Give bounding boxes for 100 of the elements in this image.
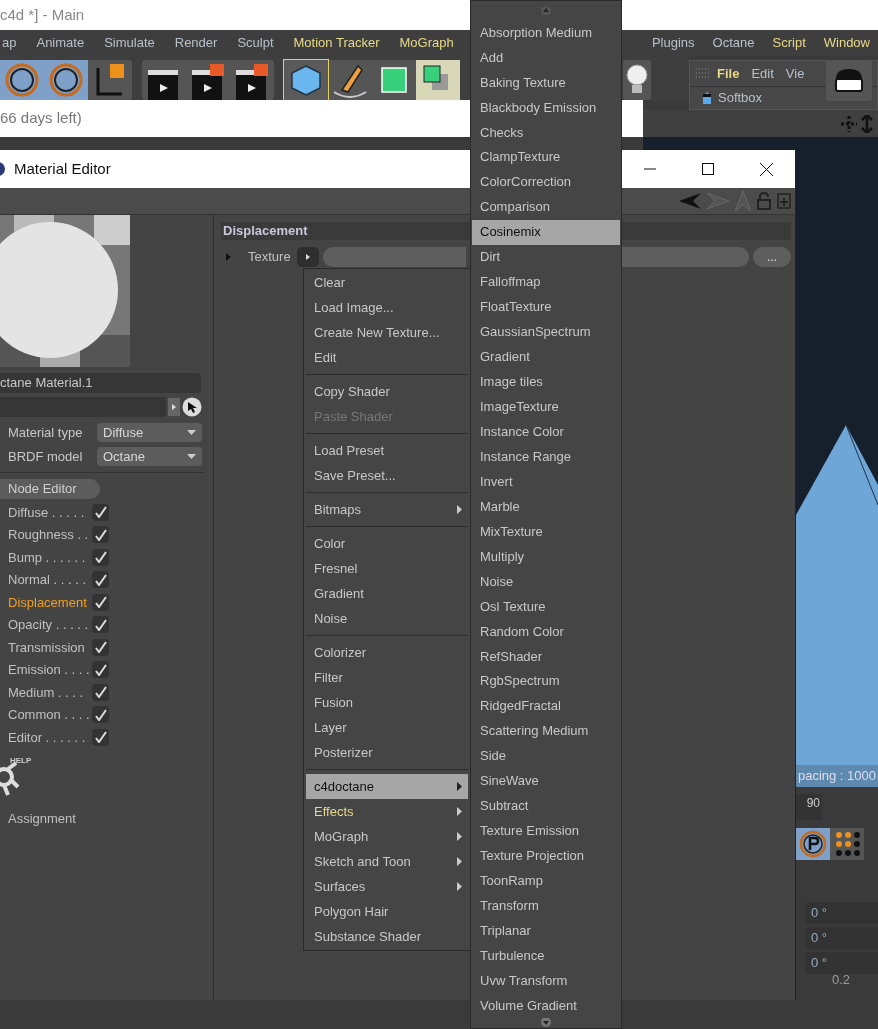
- scroll-down-icon[interactable]: [540, 1018, 552, 1029]
- menu-item[interactable]: RgbSpectrum: [472, 668, 620, 694]
- menu-item[interactable]: Edit: [746, 63, 779, 84]
- menu-item[interactable]: Sculpt: [229, 33, 282, 53]
- menu-item[interactable]: Falloffmap: [472, 269, 620, 295]
- checkbox[interactable]: [92, 503, 109, 521]
- menu-item[interactable]: Plugins: [643, 33, 703, 53]
- menu-item[interactable]: Scattering Medium: [472, 718, 620, 744]
- channel-label[interactable]: Editor . . . . . .: [0, 727, 92, 747]
- menu-item[interactable]: Texture Projection: [472, 843, 620, 869]
- texture-menu-button[interactable]: [296, 247, 319, 267]
- menu-item[interactable]: Checks: [472, 119, 620, 145]
- menu-item[interactable]: Multiply: [472, 544, 620, 569]
- menu-item[interactable]: Marble: [472, 494, 620, 520]
- cube-icon[interactable]: [284, 60, 328, 100]
- menu-item[interactable]: Subtract: [472, 793, 620, 819]
- menu-item[interactable]: Create New Texture...: [306, 320, 468, 345]
- menu-item[interactable]: Blackbody Emission: [472, 94, 620, 120]
- menu-item[interactable]: Dirt: [472, 244, 620, 270]
- menu-item[interactable]: Noise: [306, 606, 468, 631]
- menu-item[interactable]: Absorption Medium: [472, 19, 620, 45]
- checkbox[interactable]: [92, 683, 109, 701]
- menu-item[interactable]: Gradient: [306, 581, 468, 606]
- menu-item[interactable]: Texture Emission: [472, 818, 620, 844]
- menu-item[interactable]: Turbulence: [472, 943, 620, 969]
- menu-item[interactable]: Window: [815, 33, 878, 53]
- menu-item[interactable]: Octane: [704, 33, 763, 53]
- menu-item[interactable]: Add: [472, 44, 620, 70]
- menu-item[interactable]: GaussianSpectrum: [472, 319, 620, 345]
- menu-item[interactable]: Image tiles: [472, 369, 620, 395]
- menu-item[interactable]: Load Image...: [306, 295, 468, 320]
- checkbox[interactable]: [92, 526, 109, 544]
- menu-item[interactable]: Motion Tracker: [285, 33, 388, 53]
- rotation-field[interactable]: 0 °: [805, 927, 878, 949]
- menu-item[interactable]: MixTexture: [472, 519, 620, 544]
- point-mode-icon[interactable]: [796, 828, 830, 860]
- channel-label[interactable]: Bump . . . . . .: [0, 547, 92, 567]
- menu-item[interactable]: Render: [166, 33, 226, 53]
- menu-item[interactable]: Load Preset: [306, 438, 468, 463]
- checkbox[interactable]: [92, 638, 109, 656]
- menu-item[interactable]: MoGraph: [391, 33, 462, 53]
- menu-item[interactable]: Fresnel: [306, 556, 468, 581]
- menu-item[interactable]: Effects: [306, 799, 468, 824]
- menu-item[interactable]: Color: [306, 531, 468, 556]
- menu-item[interactable]: Colorizer: [306, 640, 468, 665]
- menu-item[interactable]: Save Preset...: [306, 463, 468, 488]
- checkbox[interactable]: [92, 593, 109, 611]
- dropdown[interactable]: Octane: [97, 447, 202, 466]
- lamp-icon[interactable]: [826, 61, 872, 101]
- checkbox[interactable]: [92, 571, 109, 589]
- assignment-tab[interactable]: Assignment: [0, 808, 213, 828]
- menu-item[interactable]: Simulate: [96, 33, 163, 53]
- menu-item[interactable]: Triplanar: [472, 918, 620, 944]
- help-badge[interactable]: HELP: [10, 754, 32, 767]
- checkbox[interactable]: [92, 728, 109, 746]
- menu-item[interactable]: Fusion: [306, 690, 468, 715]
- menu-item[interactable]: Filter: [306, 665, 468, 690]
- menu-item[interactable]: Script: [764, 33, 814, 53]
- dot-grid-icon[interactable]: [830, 828, 864, 860]
- menu-item[interactable]: Uvw Transform: [472, 968, 620, 994]
- menu-item[interactable]: FloatTexture: [472, 294, 620, 320]
- rotation-field[interactable]: 0 °: [805, 952, 878, 974]
- menu-item[interactable]: Copy Shader: [306, 379, 468, 404]
- menu-item[interactable]: Instance Range: [472, 444, 620, 470]
- checkbox[interactable]: [92, 661, 109, 679]
- menu-item[interactable]: File: [712, 63, 745, 84]
- menu-item[interactable]: Edit: [306, 345, 468, 370]
- checkbox[interactable]: [92, 706, 109, 724]
- dropdown[interactable]: Diffuse: [97, 423, 202, 442]
- channel-label[interactable]: Opacity . . . . .: [0, 615, 92, 635]
- menu-item[interactable]: MoGraph: [306, 824, 468, 849]
- menu-item[interactable]: Vie: [780, 63, 810, 84]
- menu-item[interactable]: Instance Color: [472, 419, 620, 445]
- menu-item[interactable]: Gradient: [472, 344, 620, 370]
- menu-item[interactable]: Side: [472, 743, 620, 769]
- menu-item[interactable]: Invert: [472, 469, 620, 495]
- menu-item[interactable]: Cosinemix: [472, 219, 620, 245]
- channel-label[interactable]: Normal . . . . .: [0, 570, 92, 590]
- channel-label[interactable]: Transmission: [0, 637, 92, 657]
- checkbox[interactable]: [92, 616, 109, 634]
- menu-item[interactable]: ap: [0, 33, 25, 53]
- menu-item[interactable]: RefShader: [472, 643, 620, 669]
- menu-item[interactable]: ToonRamp: [472, 868, 620, 894]
- node-editor-button[interactable]: Node Editor: [0, 479, 100, 499]
- menu-item[interactable]: RidgedFractal: [472, 693, 620, 719]
- pick-cursor-icon[interactable]: [182, 397, 202, 417]
- browse-button[interactable]: ...: [753, 247, 791, 267]
- menu-item[interactable]: Volume Gradient: [472, 993, 620, 1019]
- channel-label[interactable]: Diffuse . . . . .: [0, 502, 92, 522]
- channel-label[interactable]: Common . . . .: [0, 705, 92, 725]
- material-name-field[interactable]: ctane Material.1: [0, 373, 201, 393]
- menu-item[interactable]: Surfaces: [306, 874, 468, 899]
- menu-item[interactable]: Layer: [306, 715, 468, 740]
- checkbox[interactable]: [92, 548, 109, 566]
- lightbulb-icon[interactable]: [623, 60, 651, 100]
- axis-lock-icon[interactable]: [0, 60, 44, 100]
- menu-item[interactable]: Sketch and Toon: [306, 849, 468, 874]
- menu-item[interactable]: Animate: [28, 33, 93, 53]
- link-arrow-button[interactable]: [168, 398, 180, 416]
- menu-item[interactable]: Substance Shader: [306, 924, 468, 949]
